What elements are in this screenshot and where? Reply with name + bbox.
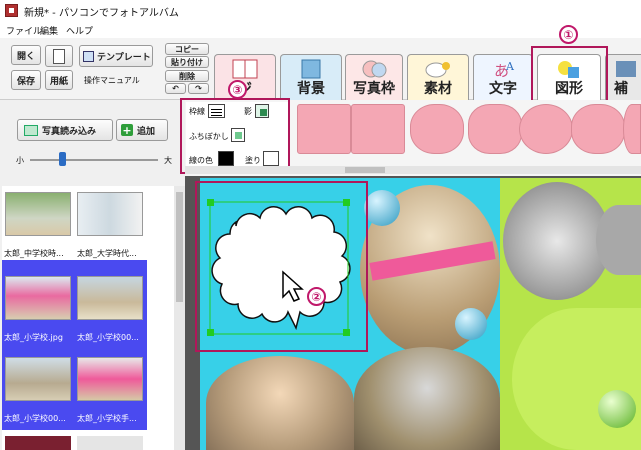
photo-icon xyxy=(24,124,38,136)
thumbnail-label: 太郎_小学校00... xyxy=(77,333,139,342)
menu-file[interactable]: ファイル xyxy=(6,24,42,37)
paper-icon xyxy=(53,48,65,64)
size-slider-track[interactable] xyxy=(30,159,158,161)
thumbnail-label: 太郎_中学校時... xyxy=(4,249,64,258)
shape-flower[interactable] xyxy=(519,104,573,154)
thumbnail-image[interactable] xyxy=(77,436,143,450)
template-button[interactable]: テンプレート xyxy=(79,45,153,67)
scrollbar-thumb[interactable] xyxy=(176,192,183,302)
svg-text:A: A xyxy=(505,60,515,73)
shape-options-highlight xyxy=(180,98,290,174)
thumbnail-label: 太郎_小学校.jpg xyxy=(4,333,63,342)
tab-material-label: 素材 xyxy=(424,81,452,97)
tab-supplement[interactable]: 補 xyxy=(605,54,641,100)
shape-cloud-large[interactable] xyxy=(468,104,522,154)
thumbnail-image[interactable] xyxy=(5,436,71,450)
shape-partial[interactable] xyxy=(623,104,641,154)
thumbnail-label: 太郎_大学時代... xyxy=(77,249,137,258)
callout-2: ② xyxy=(307,287,326,306)
title-bar: 新規* - パソコンでフォトアルバム xyxy=(0,0,641,22)
decor-bubble-green xyxy=(598,390,636,428)
paper-icon-button[interactable] xyxy=(45,45,73,67)
shape-rect-wavy[interactable] xyxy=(351,104,405,154)
app-icon xyxy=(5,4,18,17)
thumbnail-image[interactable] xyxy=(5,192,71,236)
plus-icon: + xyxy=(121,123,133,137)
photo-circle-gray[interactable] xyxy=(596,205,641,275)
menu-bar: ファイル 編集 ヘルプ xyxy=(0,22,641,38)
paste-button[interactable]: 貼り付け xyxy=(165,56,209,68)
add-label: 追加 xyxy=(137,126,156,137)
shape-scrollbar[interactable] xyxy=(185,166,641,174)
size-slider-thumb[interactable] xyxy=(59,152,66,166)
callout-3: ③ xyxy=(228,80,247,99)
tab-supplement-label: 補 xyxy=(614,81,628,97)
photo-circle-gray[interactable] xyxy=(503,182,611,300)
open-button[interactable]: 開く xyxy=(11,45,41,65)
thumbnail-image[interactable] xyxy=(77,276,143,320)
thumbnail-image[interactable] xyxy=(5,357,71,401)
size-small-label: 小 xyxy=(16,156,24,165)
redo-button[interactable]: ↷ xyxy=(188,83,209,94)
shape-tab-highlight xyxy=(531,46,608,108)
save-button[interactable]: 保存 xyxy=(11,70,41,90)
shape-rect-scalloped[interactable] xyxy=(297,104,351,154)
thumbnail-image[interactable] xyxy=(77,357,143,401)
manual-link[interactable]: 操作マニュアル xyxy=(84,75,140,86)
photo-circle[interactable] xyxy=(206,356,354,450)
photo-circle[interactable] xyxy=(354,347,500,450)
tab-photo-frame[interactable]: 写真枠 xyxy=(345,54,403,100)
template-label: テンプレート xyxy=(97,52,151,63)
thumbnail-label: 太郎_小学校手... xyxy=(77,414,137,423)
template-icon xyxy=(83,50,94,62)
decor-bubble xyxy=(364,190,400,226)
load-photo-label: 写真読み込み xyxy=(42,126,97,137)
selected-shape-highlight xyxy=(195,181,368,352)
copy-button[interactable]: コピー xyxy=(165,43,209,55)
thumbnail-image[interactable] xyxy=(5,276,71,320)
shape-scallop[interactable] xyxy=(571,104,625,154)
menu-edit[interactable]: 編集 xyxy=(40,24,58,37)
shape-cloud-wavy[interactable] xyxy=(410,104,464,154)
paper-button[interactable]: 用紙 xyxy=(45,70,73,90)
tab-material[interactable]: 素材 xyxy=(407,54,469,100)
delete-button[interactable]: 削除 xyxy=(165,70,209,82)
add-button[interactable]: + 追加 xyxy=(116,119,168,141)
tab-background-label: 背景 xyxy=(297,81,325,97)
thumbnail-image[interactable] xyxy=(77,192,143,236)
tab-photo-frame-label: 写真枠 xyxy=(353,81,395,97)
decor-circle-green xyxy=(512,308,641,450)
tab-text[interactable]: あA 文字 xyxy=(473,54,533,100)
load-photo-button[interactable]: 写真読み込み xyxy=(17,119,113,141)
tab-background[interactable]: 背景 xyxy=(280,54,342,100)
callout-1: ① xyxy=(559,25,578,44)
undo-button[interactable]: ↶ xyxy=(165,83,186,94)
menu-help[interactable]: ヘルプ xyxy=(66,24,93,37)
decor-bubble xyxy=(455,308,487,340)
thumbnail-label: 太郎_小学校00... xyxy=(4,414,66,423)
window-title: 新規* - パソコンでフォトアルバム xyxy=(24,8,179,19)
size-large-label: 大 xyxy=(164,156,172,165)
tab-text-label: 文字 xyxy=(489,81,517,97)
thumbnail-scrollbar[interactable] xyxy=(174,186,185,450)
